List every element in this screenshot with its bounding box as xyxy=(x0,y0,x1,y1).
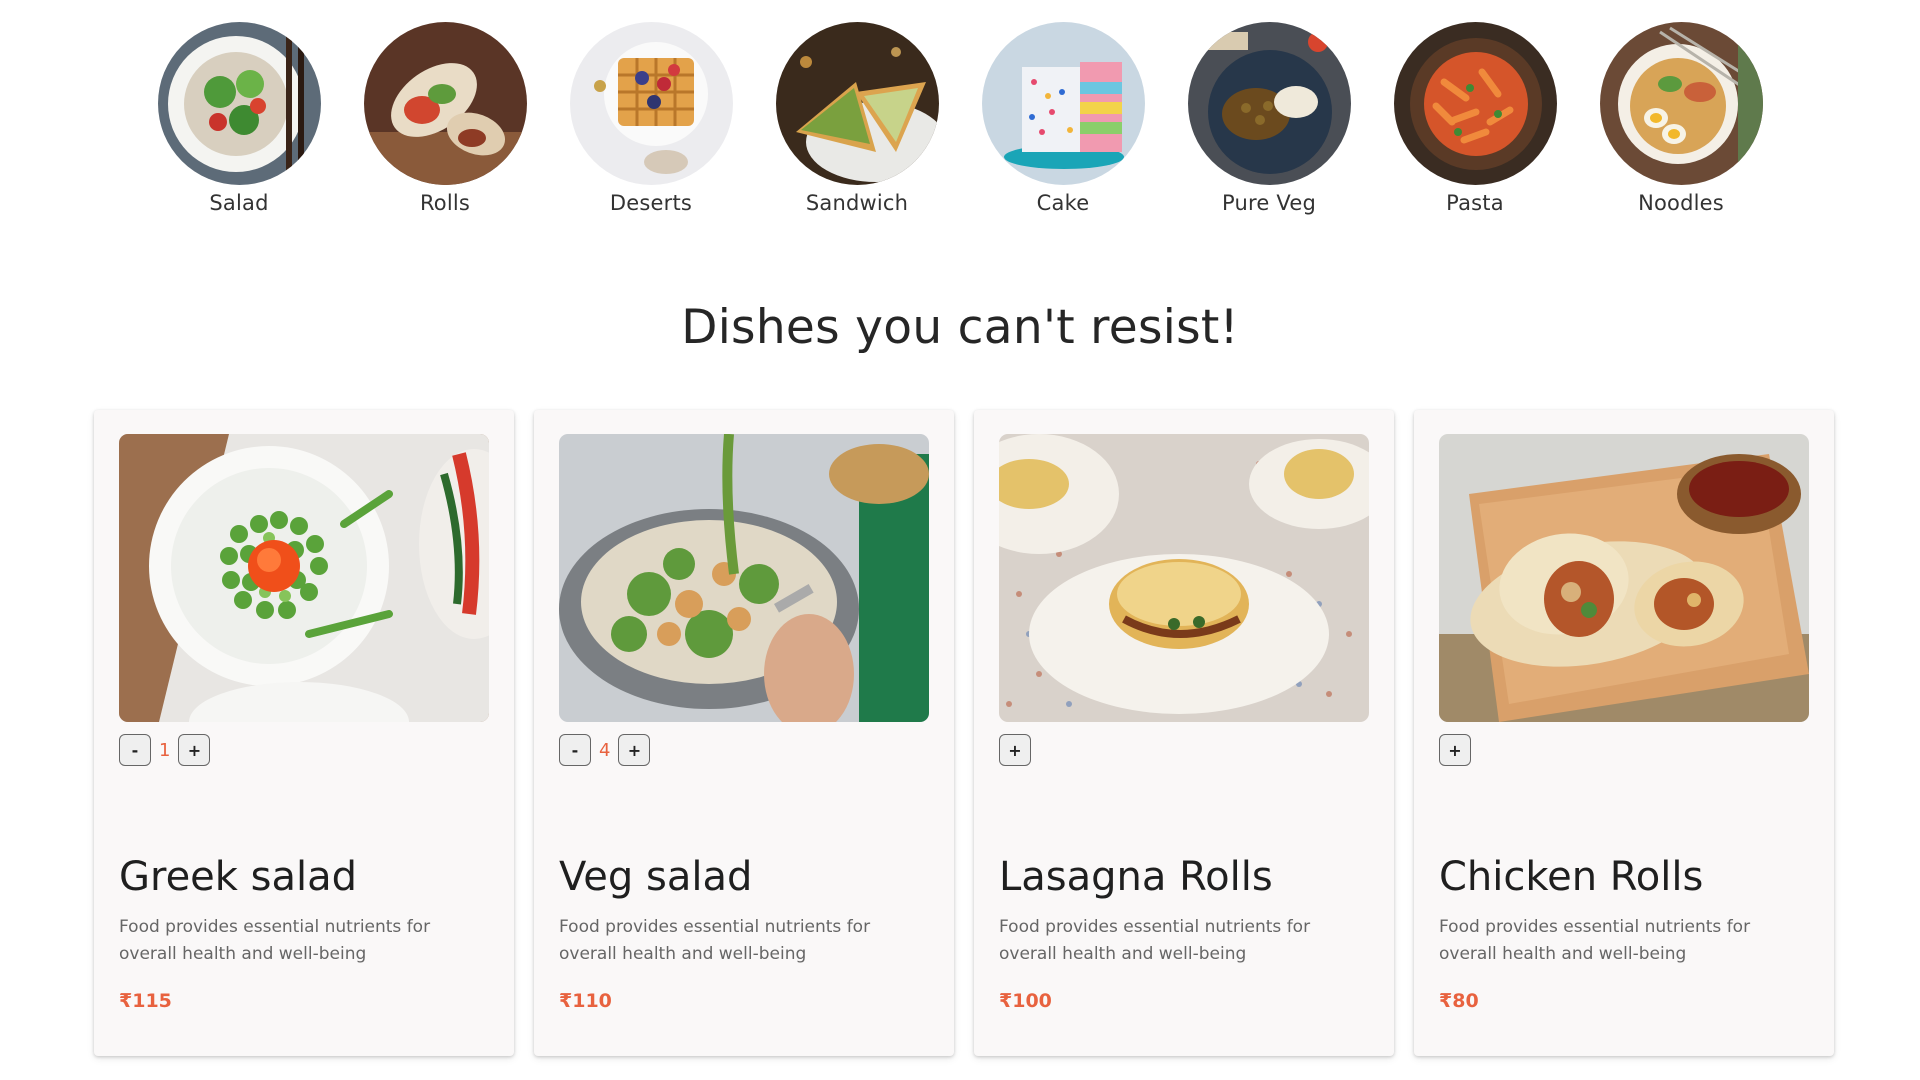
category-label: Rolls xyxy=(419,191,471,215)
category-pasta[interactable]: Pasta xyxy=(1392,22,1558,215)
decrement-button[interactable]: - xyxy=(119,734,151,766)
dish-description: Food provides essential nutrients for ov… xyxy=(559,917,871,964)
dish-list: - 1 + Greek salad Food provides essentia… xyxy=(94,410,1834,1056)
waffle-photo xyxy=(569,22,733,185)
pasta-photo xyxy=(1393,22,1557,185)
quantity-value: 1 xyxy=(159,739,171,761)
category-noodles[interactable]: Noodles xyxy=(1598,22,1764,215)
category-pure-veg[interactable]: Pure Veg xyxy=(1186,22,1352,215)
category-rolls[interactable]: Rolls xyxy=(362,22,528,215)
dish-card-greek-salad: - 1 + Greek salad Food provides essentia… xyxy=(94,410,514,1056)
quantity-stepper: - 1 + xyxy=(119,734,489,766)
dish-price: ₹110 xyxy=(559,990,612,1012)
cake-photo xyxy=(981,22,1145,185)
salad-photo xyxy=(157,22,321,185)
increment-button[interactable]: + xyxy=(999,734,1031,766)
dish-card-veg-salad: - 4 + Veg salad Food provides essential … xyxy=(534,410,954,1056)
dish-name: Veg salad xyxy=(559,854,753,900)
sandwich-photo xyxy=(775,22,939,185)
chicken-rolls-photo xyxy=(1439,434,1809,722)
increment-button[interactable]: + xyxy=(1439,734,1471,766)
dish-card-lasagna-rolls: + Lasagna Rolls Food provides essential … xyxy=(974,410,1394,1056)
category-label: Salad xyxy=(209,191,269,215)
category-label: Deserts xyxy=(609,191,693,215)
quantity-value: 4 xyxy=(599,739,611,761)
dish-description: Food provides essential nutrients for ov… xyxy=(1439,917,1751,964)
rolls-photo xyxy=(363,22,527,185)
veg-curry-photo xyxy=(1187,22,1351,185)
decrement-button[interactable]: - xyxy=(559,734,591,766)
category-label: Pure Veg xyxy=(1222,191,1316,215)
category-cake[interactable]: Cake xyxy=(980,22,1146,215)
dish-name: Lasagna Rolls xyxy=(999,854,1273,900)
dish-name: Greek salad xyxy=(119,854,358,900)
increment-button[interactable]: + xyxy=(178,734,211,766)
dish-name: Chicken Rolls xyxy=(1439,854,1704,900)
quantity-stepper: - 4 + xyxy=(559,734,929,766)
category-label: Pasta xyxy=(1446,191,1504,215)
category-sandwich[interactable]: Sandwich xyxy=(774,22,940,215)
greek-salad-photo xyxy=(119,434,489,722)
dish-description: Food provides essential nutrients for ov… xyxy=(999,917,1311,964)
dish-price: ₹115 xyxy=(119,990,172,1012)
section-title: Dishes you can't resist! xyxy=(681,300,1239,355)
category-salad[interactable]: Salad xyxy=(156,22,322,215)
category-label: Noodles xyxy=(1638,191,1724,215)
dish-card-chicken-rolls: + Chicken Rolls Food provides essential … xyxy=(1414,410,1834,1056)
quantity-stepper: + xyxy=(1439,734,1809,766)
lasagna-rolls-photo xyxy=(999,434,1369,722)
increment-button[interactable]: + xyxy=(618,734,651,766)
category-menu: Salad Rolls Deserts Sandwich Cake Pure V… xyxy=(0,22,1920,215)
category-label: Sandwich xyxy=(805,191,909,215)
category-deserts[interactable]: Deserts xyxy=(568,22,734,215)
noodles-photo xyxy=(1599,22,1763,185)
category-label: Cake xyxy=(1036,191,1090,215)
dish-description: Food provides essential nutrients for ov… xyxy=(119,917,431,964)
quantity-stepper: + xyxy=(999,734,1369,766)
veg-salad-photo xyxy=(559,434,929,722)
dish-price: ₹100 xyxy=(999,990,1052,1012)
dish-price: ₹80 xyxy=(1439,990,1479,1012)
